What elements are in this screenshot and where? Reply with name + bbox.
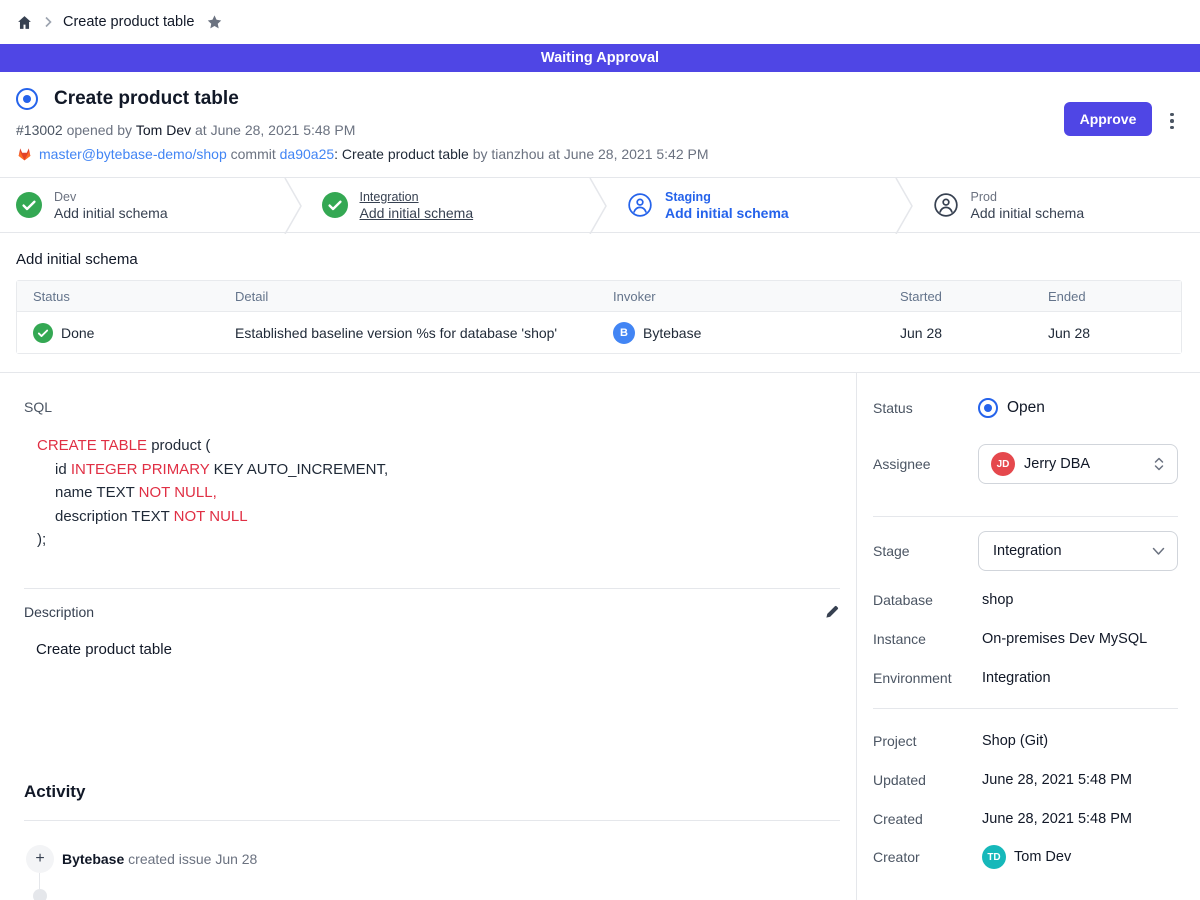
issue-meta: #13002 opened by Tom Dev at June 28, 202…	[16, 122, 1184, 138]
pipeline-stage-integration[interactable]: IntegrationAdd initial schema	[306, 178, 590, 232]
activity-item: + Bytebase created issue Jun 28	[26, 845, 856, 873]
activity-actor: Bytebase	[62, 851, 124, 867]
chevron-down-icon	[1152, 547, 1165, 556]
description-text: Create product table	[36, 641, 856, 658]
divider	[873, 708, 1178, 709]
check-circle-icon	[322, 192, 348, 218]
sql-label: SQL	[24, 399, 856, 415]
task-table-header: Status Detail Invoker Started Ended	[17, 281, 1181, 312]
environment-value: Integration	[978, 670, 1051, 686]
updated-value: June 28, 2021 5:48 PM	[978, 772, 1132, 788]
assignee-avatar: JD	[991, 452, 1015, 476]
check-circle-icon	[33, 323, 53, 343]
task-ended: Jun 28	[1048, 325, 1181, 341]
activity-timeline-line	[39, 873, 40, 889]
check-circle-icon	[16, 192, 42, 218]
activity-heading: Activity	[24, 782, 856, 802]
gitlab-icon	[16, 146, 33, 162]
issue-sidebar: Status Open Assignee JD Jerry DBA Stage …	[857, 373, 1200, 900]
updated-label: Updated	[873, 772, 978, 788]
author-name: Tom Dev	[136, 122, 191, 138]
pipeline-stage-prod[interactable]: ProdAdd initial schema	[917, 178, 1200, 232]
database-label: Database	[873, 592, 978, 608]
stage-separator-icon	[589, 178, 611, 232]
created-label: Created	[873, 811, 978, 827]
creator-label: Creator	[873, 849, 978, 865]
table-row[interactable]: Done Established baseline version %s for…	[17, 312, 1181, 353]
stage-separator-icon	[895, 178, 917, 232]
task-section: Add initial schema Status Detail Invoker…	[0, 251, 1200, 354]
creator-value: Tom Dev	[1014, 849, 1071, 865]
stage-value: Integration	[993, 543, 1152, 559]
stage-select[interactable]: Integration	[978, 531, 1178, 571]
issue-open-icon	[16, 88, 38, 110]
environment-label: Environment	[873, 670, 978, 686]
project-value: Shop (Git)	[978, 733, 1048, 749]
page-title: Create product table	[54, 88, 239, 110]
stage-pipeline: DevAdd initial schema IntegrationAdd ini…	[0, 177, 1200, 233]
task-invoker: Bytebase	[643, 325, 701, 341]
plus-icon: +	[26, 845, 54, 873]
home-icon[interactable]	[16, 14, 33, 31]
instance-value: On-premises Dev MySQL	[978, 631, 1147, 647]
status-open-icon	[978, 398, 998, 418]
pipeline-stage-dev[interactable]: DevAdd initial schema	[0, 178, 284, 232]
stage-label: Stage	[873, 543, 978, 559]
task-started: Jun 28	[900, 325, 1048, 341]
project-label: Project	[873, 733, 978, 749]
issue-header: Create product table #13002 opened by To…	[0, 72, 1200, 162]
pipeline-stage-staging[interactable]: StagingAdd initial schema	[611, 178, 895, 232]
divider	[24, 820, 840, 821]
task-heading: Add initial schema	[16, 251, 1182, 268]
task-status: Done	[61, 325, 94, 341]
divider	[24, 588, 840, 589]
commit-hash-link[interactable]: da90a25	[280, 146, 335, 162]
up-down-chevron-icon	[1153, 456, 1165, 472]
bytebase-avatar: B	[613, 322, 635, 344]
status-value: Open	[1007, 399, 1045, 417]
pending-person-icon	[627, 192, 653, 218]
edit-pencil-icon[interactable]	[824, 604, 840, 620]
branch-repo-link[interactable]: master@bytebase-demo/shop	[39, 146, 227, 162]
activity-next-dot	[33, 889, 47, 900]
stage-separator-icon	[284, 178, 306, 232]
divider	[873, 516, 1178, 517]
breadcrumb-page-title: Create product table	[63, 14, 194, 30]
description-label: Description	[24, 604, 94, 620]
assignee-select[interactable]: JD Jerry DBA	[978, 444, 1178, 484]
pending-person-icon	[933, 192, 959, 218]
sql-statement: CREATE TABLE product ( id INTEGER PRIMAR…	[37, 434, 856, 552]
assignee-value: Jerry DBA	[1024, 456, 1153, 472]
commit-line: master@bytebase-demo/shop commit da90a25…	[16, 146, 1184, 162]
favorite-star-icon[interactable]	[206, 14, 223, 31]
database-value: shop	[978, 592, 1013, 608]
assignee-label: Assignee	[873, 456, 978, 472]
instance-label: Instance	[873, 631, 978, 647]
issue-main-panel: SQL CREATE TABLE product ( id INTEGER PR…	[0, 373, 857, 900]
approve-button[interactable]: Approve	[1064, 102, 1152, 136]
status-label: Status	[873, 400, 978, 416]
more-options-icon[interactable]	[1164, 108, 1180, 134]
task-detail: Established baseline version %s for data…	[235, 325, 613, 341]
waiting-approval-banner: Waiting Approval	[0, 44, 1200, 72]
task-table: Status Detail Invoker Started Ended Done…	[16, 280, 1182, 354]
activity-action: created issue Jun 28	[124, 851, 257, 867]
breadcrumb-chevron-icon	[43, 16, 53, 28]
breadcrumb: Create product table	[0, 0, 1200, 44]
created-value: June 28, 2021 5:48 PM	[978, 811, 1132, 827]
creator-avatar: TD	[982, 845, 1006, 869]
